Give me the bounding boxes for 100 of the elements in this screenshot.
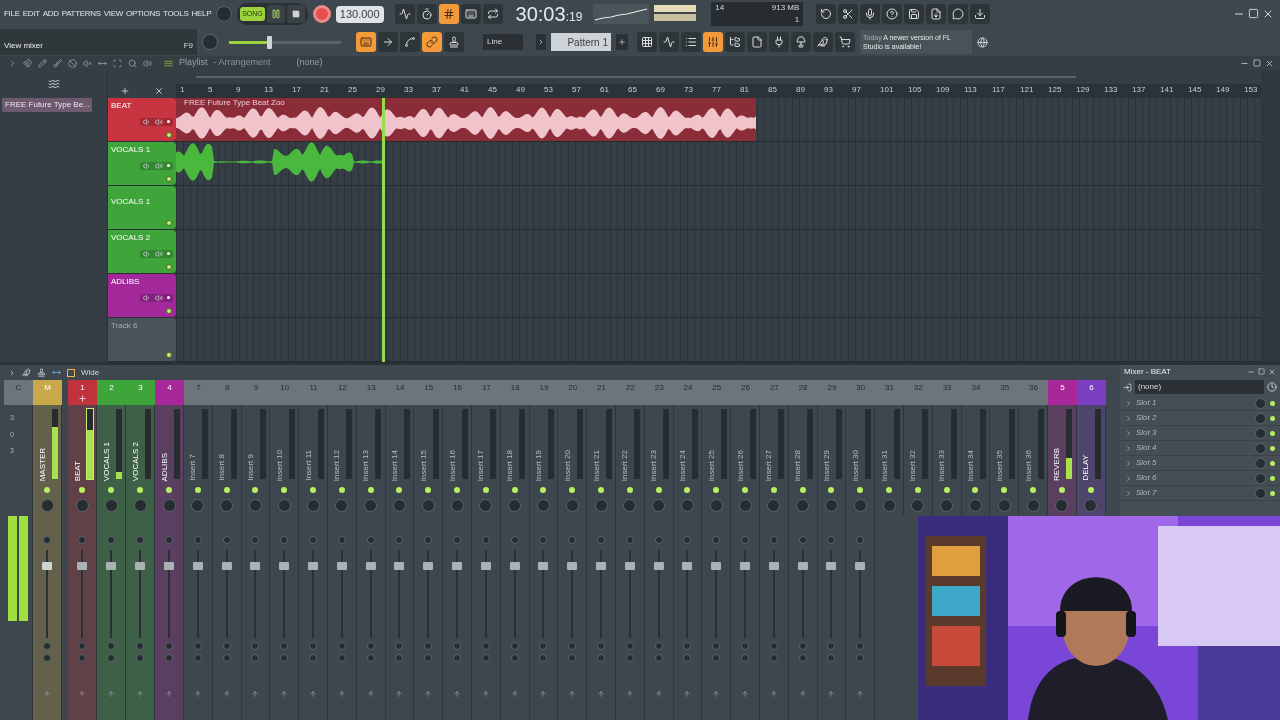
strip-header[interactable]: 1 (68, 380, 97, 405)
strip-header[interactable]: 12 (328, 380, 357, 405)
strip-header[interactable]: 8 (212, 380, 242, 405)
menu-item[interactable]: TOOLS (163, 8, 189, 20)
mixer-strip[interactable]: Insert 24 (673, 405, 703, 516)
clip-source[interactable]: (none) (296, 56, 323, 70)
effect-slot[interactable]: Slot 1 (1120, 396, 1280, 411)
menu-item[interactable]: VIEW (103, 8, 124, 20)
strip-header[interactable]: 16 (443, 380, 472, 405)
effect-slot[interactable]: Slot 3 (1120, 426, 1280, 441)
strip-header[interactable]: 30 (846, 380, 876, 405)
strip-header[interactable]: 28 (788, 380, 818, 405)
mixer-strip[interactable]: VOCALS 1 (97, 405, 126, 516)
mixer-strip[interactable]: Insert 15 (414, 405, 444, 516)
effect-slot[interactable]: Slot 6 (1120, 471, 1280, 486)
mixer-strip[interactable]: VOCALS 2 (126, 405, 155, 516)
track-header[interactable]: VOCALS 2 (108, 230, 176, 274)
mixer-strip[interactable]: Insert 19 (529, 405, 559, 516)
strip-header[interactable]: 33 (932, 380, 962, 405)
mixer-strip[interactable]: DELAY (1076, 405, 1106, 516)
strip-header[interactable]: 18 (500, 380, 530, 405)
strip-header[interactable]: 17 (471, 380, 501, 405)
mixer-strip[interactable]: Insert 36 (1019, 405, 1048, 516)
strip-header[interactable]: 36 (1019, 380, 1048, 405)
mixer-strip[interactable]: Insert 22 (615, 405, 645, 516)
strip-header[interactable]: 35 (990, 380, 1020, 405)
mixer-strip[interactable]: Insert 9 (241, 405, 271, 516)
strip-header[interactable]: 23 (644, 380, 674, 405)
mixer-strip[interactable]: Insert 14 (385, 405, 415, 516)
mixer-strip[interactable]: Insert 35 (990, 405, 1020, 516)
mixer-strip[interactable]: Insert 21 (587, 405, 616, 516)
effect-slot[interactable]: Slot 2 (1120, 411, 1280, 426)
mixer-strip[interactable]: Insert 33 (932, 405, 962, 516)
mixer-strip[interactable]: Insert 10 (270, 405, 300, 516)
mixer-strip[interactable]: Insert 16 (443, 405, 472, 516)
mixer-strip[interactable]: Insert 13 (356, 405, 386, 516)
menu-item[interactable]: ADD (42, 8, 59, 20)
mixer-strip[interactable]: Insert 18 (500, 405, 530, 516)
effect-slot[interactable]: Slot 7 (1120, 486, 1280, 501)
strip-header[interactable]: 22 (615, 380, 645, 405)
strip-header[interactable]: 31 (875, 380, 904, 405)
strip-header[interactable]: 21 (587, 380, 616, 405)
strip-header[interactable]: 6 (1076, 380, 1106, 405)
strip-header[interactable]: 2 (97, 380, 126, 405)
mixer-strip[interactable]: Insert 31 (875, 405, 904, 516)
menu-item[interactable]: EDIT (22, 8, 40, 20)
strip-header[interactable]: 4 (155, 380, 184, 405)
mixer-strip[interactable]: Insert 32 (903, 405, 933, 516)
mixer-strip[interactable]: BEAT (68, 405, 97, 516)
strip-header[interactable]: 14 (385, 380, 415, 405)
strip-header[interactable]: 11 (299, 380, 328, 405)
pattern-selector[interactable]: Pattern 1 (551, 33, 611, 51)
strip-header[interactable]: 29 (817, 380, 847, 405)
strip-header[interactable]: 25 (702, 380, 732, 405)
mixer-strip[interactable]: Insert 8 (212, 405, 242, 516)
mixer-strip[interactable]: Insert 29 (817, 405, 847, 516)
menu-item[interactable]: OPTIONS (126, 8, 160, 20)
mixer-strip[interactable]: Insert 26 (731, 405, 760, 516)
mixer-strip[interactable]: ADLIBS (155, 405, 184, 516)
tempo-display[interactable]: 130.000 (335, 5, 384, 23)
strip-header[interactable]: 27 (759, 380, 789, 405)
strip-header[interactable]: 20 (558, 380, 588, 405)
mixer-strip[interactable]: Insert 11 (299, 405, 328, 516)
mixer-strip[interactable]: Insert 17 (471, 405, 501, 516)
mixer-strip[interactable]: Insert 34 (961, 405, 991, 516)
effect-slot[interactable]: Slot 4 (1120, 441, 1280, 456)
strip-header[interactable]: 15 (414, 380, 444, 405)
clip-item[interactable]: FREE Future Type Be... (2, 98, 92, 112)
mixer-strip[interactable]: Insert 7 (184, 405, 213, 516)
snap-dropdown[interactable]: Line (483, 34, 523, 50)
strip-header[interactable]: 24 (673, 380, 703, 405)
mixer-strip[interactable]: Insert 30 (846, 405, 876, 516)
menu-item[interactable]: HELP (191, 8, 212, 20)
strip-header[interactable]: 26 (731, 380, 760, 405)
track-header[interactable]: Track 6 (108, 318, 176, 362)
menu-item[interactable]: PATTERNS (61, 8, 101, 20)
strip-header[interactable]: 10 (270, 380, 300, 405)
mixer-strip[interactable]: Insert 27 (759, 405, 789, 516)
mixer-strip[interactable]: Insert 25 (702, 405, 732, 516)
strip-header[interactable]: 5 (1047, 380, 1077, 405)
mixer-strip[interactable]: Insert 28 (788, 405, 818, 516)
track-lane[interactable]: FREE Future Type Beat Zoo (176, 98, 1261, 142)
mixer-strip[interactable]: Insert 20 (558, 405, 588, 516)
strip-header[interactable]: 13 (356, 380, 386, 405)
menu-item[interactable]: FILE (4, 8, 20, 20)
track-header[interactable]: ADLIBS (108, 274, 176, 318)
audio-clip[interactable]: FREE Future Type Beat Zoo (176, 98, 757, 141)
effect-slot[interactable]: Slot 5 (1120, 456, 1280, 471)
strip-header[interactable]: 19 (529, 380, 559, 405)
track-header[interactable]: BEAT (108, 98, 176, 142)
strip-header[interactable]: 7 (184, 380, 213, 405)
strip-header[interactable]: 32 (903, 380, 933, 405)
track-header[interactable]: VOCALS 1 (108, 186, 176, 230)
strip-header[interactable]: C (4, 380, 33, 405)
mixer-preset[interactable]: Wide (81, 366, 100, 379)
mixer-strip[interactable]: REVERB (1047, 405, 1077, 516)
input-dropdown[interactable]: (none) (1135, 380, 1264, 394)
mixer-strip[interactable]: Insert 12 (328, 405, 357, 516)
mixer-strip[interactable]: Insert 23 (644, 405, 674, 516)
track-header[interactable]: VOCALS 1 (108, 142, 176, 186)
